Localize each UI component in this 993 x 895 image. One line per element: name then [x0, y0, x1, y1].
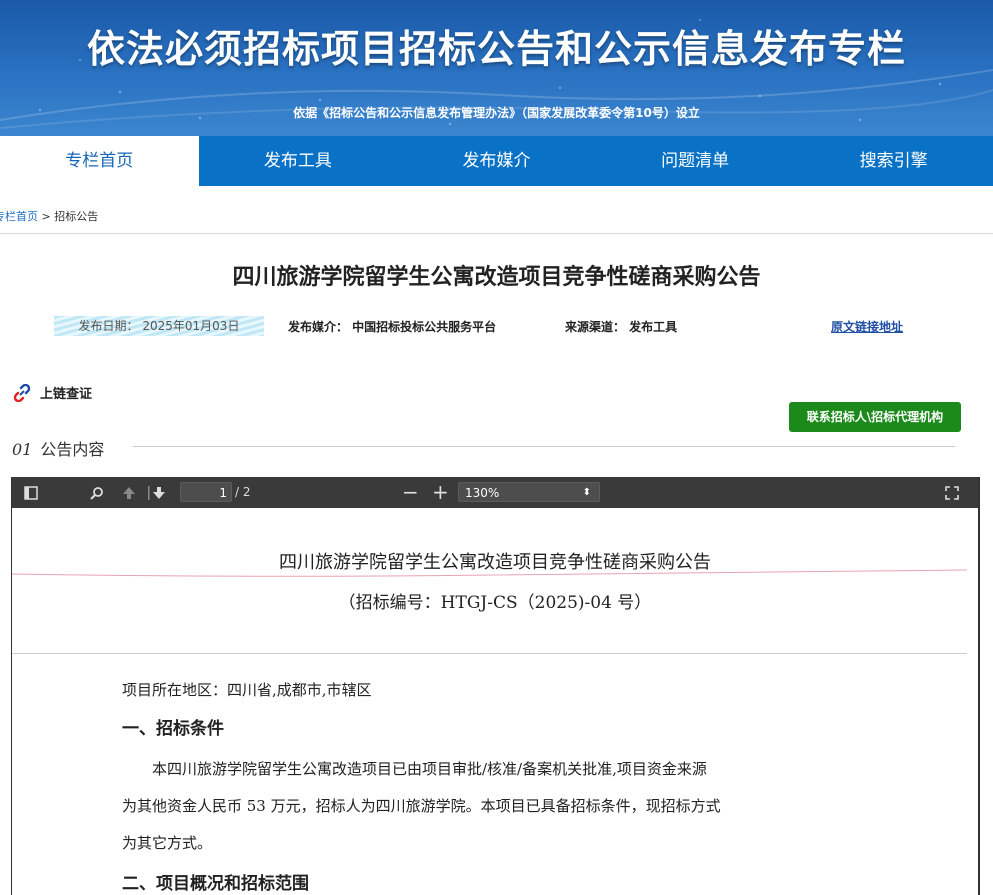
nav-item-publish-tools[interactable]: 发布工具 — [199, 136, 398, 186]
nav-item-search-engine[interactable]: 搜索引擎 — [794, 136, 993, 186]
prev-page-icon[interactable] — [122, 477, 136, 508]
banner-subtitle: 依据《招标公告和公示信息发布管理办法》（国家发展改革委令第10号）设立 — [293, 106, 700, 120]
doc-tender-number: （招标编号：HTGJ-CS（2025)-04 号） — [338, 593, 652, 613]
link-icon — [13, 383, 31, 402]
nav-item-faq[interactable]: 问题清单 — [596, 136, 795, 186]
doc-location: 项目所在地区：四川省,成都市,市辖区 — [122, 681, 372, 699]
doc-heading-2: 二、项目概况和招标范围 — [122, 874, 309, 894]
section-heading: 01 公告内容 — [12, 436, 104, 460]
main-nav: 专栏首页 发布工具 发布媒介 问题清单 搜索引擎 — [0, 136, 993, 186]
pdf-toolbar: 1 / 2 − + 130% ⬍ — [12, 477, 978, 508]
pdf-viewer: 1 / 2 − + 130% ⬍ 四川旅游学院留学生公寓改造项目竞争性磋商采购公告… — [11, 477, 980, 895]
chain-verify-label: 上链查证 — [40, 387, 93, 402]
breadcrumb-separator: > — [38, 210, 55, 223]
section-label: 公告内容 — [40, 440, 105, 459]
banner: 依法必须招标项目招标公告和公示信息发布专栏 依据《招标公告和公示信息发布管理办法… — [0, 0, 993, 136]
breadcrumb: 专栏首页 > 招标公告 — [0, 208, 98, 224]
zoom-in-icon[interactable]: + — [432, 477, 449, 508]
doc-paragraph-line: 为其它方式。 — [122, 834, 213, 852]
section-divider — [133, 446, 955, 447]
doc-paragraph-line: 本四川旅游学院留学生公寓改造项目已由项目审批/核准/备案机关批准,项目资金来源 — [152, 760, 707, 778]
source-channel: 来源渠道： 发布工具 — [565, 320, 678, 334]
doc-paragraph-line: 为其他资金人民币 53 万元，招标人为四川旅游学院。本项目已具备招标条件，现招标… — [122, 797, 721, 815]
breadcrumb-home[interactable]: 专栏首页 — [0, 210, 38, 223]
divider — [0, 233, 993, 234]
original-link[interactable]: 原文链接地址 — [831, 318, 903, 335]
zoom-out-icon[interactable]: − — [402, 477, 419, 508]
article-title: 四川旅游学院留学生公寓改造项目竞争性磋商采购公告 — [232, 265, 761, 290]
doc-divider — [12, 653, 967, 654]
sidebar-toggle-icon[interactable] — [24, 477, 38, 508]
nav-item-home[interactable]: 专栏首页 — [0, 136, 199, 186]
zoom-select[interactable]: 130% ⬍ — [458, 482, 600, 502]
publish-date: 发布日期： 2025年01月03日 — [54, 316, 264, 336]
page-count: / 2 — [235, 485, 251, 499]
publish-media: 发布媒介： 中国招标投标公共服务平台 — [288, 320, 497, 334]
nav-item-publish-media[interactable]: 发布媒介 — [397, 136, 596, 186]
chain-verify[interactable]: 上链查证 — [12, 383, 92, 402]
doc-heading-1: 一、招标条件 — [122, 719, 224, 739]
breadcrumb-current: 招标公告 — [54, 210, 99, 223]
pdf-page: 四川旅游学院留学生公寓改造项目竞争性磋商采购公告 （招标编号：HTGJ-CS（2… — [12, 508, 978, 895]
fullscreen-icon[interactable] — [945, 477, 959, 508]
search-icon[interactable] — [90, 477, 104, 508]
chevron-updown-icon: ⬍ — [582, 487, 591, 498]
page-number-input[interactable]: 1 — [180, 482, 232, 502]
zoom-value: 130% — [465, 486, 500, 500]
banner-title: 依法必须招标项目招标公告和公示信息发布专栏 — [86, 27, 906, 71]
contact-tenderer-button[interactable]: 联系招标人\招标代理机构 — [789, 402, 961, 432]
doc-title: 四川旅游学院留学生公寓改造项目竞争性磋商采购公告 — [279, 552, 711, 573]
section-number: 01 — [12, 440, 33, 459]
next-page-icon[interactable] — [148, 477, 166, 508]
